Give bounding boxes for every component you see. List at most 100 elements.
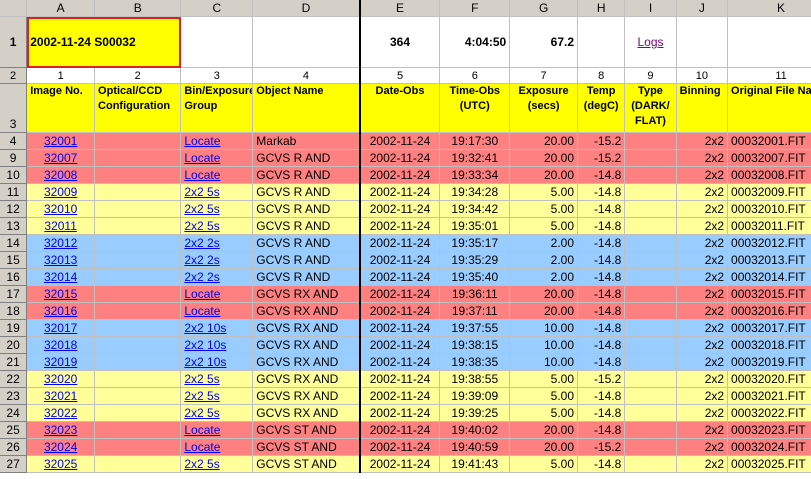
column-header-j[interactable]: J bbox=[676, 0, 729, 17]
image-number-link[interactable]: 32014 bbox=[44, 270, 77, 284]
image-number-link[interactable]: 32025 bbox=[44, 457, 77, 471]
time-obs-cell[interactable]: 19:35:40 bbox=[439, 268, 511, 286]
exposure-group-link[interactable]: Locate bbox=[184, 304, 220, 318]
date-obs-cell[interactable]: 2002-11-24 bbox=[359, 200, 441, 218]
image-number-link[interactable]: 32020 bbox=[44, 372, 77, 386]
image-number-link[interactable]: 32008 bbox=[44, 168, 77, 182]
type-cell[interactable] bbox=[624, 166, 677, 184]
optical-config-cell[interactable] bbox=[94, 183, 182, 201]
exposure-group-cell[interactable]: 2x2 10s bbox=[180, 336, 254, 354]
temp-cell[interactable]: -14.8 bbox=[577, 268, 626, 286]
file-name-cell[interactable]: 00032012.FIT bbox=[727, 234, 811, 252]
image-number-link[interactable]: 32011 bbox=[44, 219, 76, 233]
exposure-group-link[interactable]: 2x2 5s bbox=[184, 185, 219, 199]
type-cell[interactable] bbox=[624, 455, 677, 473]
image-number-cell[interactable]: 32020 bbox=[26, 370, 96, 388]
optical-config-cell[interactable] bbox=[94, 285, 182, 303]
exposure-cell[interactable]: 20.00 bbox=[509, 149, 579, 167]
time-obs-cell[interactable]: 19:36:11 bbox=[439, 285, 511, 303]
temp-cell[interactable]: -14.8 bbox=[577, 387, 626, 405]
type-cell[interactable] bbox=[624, 370, 677, 388]
value-cell[interactable]: 67.2 bbox=[509, 16, 579, 68]
image-number-link[interactable]: 32001 bbox=[44, 134, 77, 148]
time-obs-cell[interactable]: 19:34:28 bbox=[439, 183, 511, 201]
image-number-cell[interactable]: 32009 bbox=[26, 183, 96, 201]
temp-cell[interactable]: -15.2 bbox=[577, 149, 626, 167]
exposure-group-link[interactable]: 2x2 2s bbox=[184, 253, 219, 267]
time-obs-cell[interactable]: 19:39:25 bbox=[439, 404, 511, 422]
time-obs-cell[interactable]: 19:34:42 bbox=[439, 200, 511, 218]
row-header[interactable]: 11 bbox=[0, 183, 28, 201]
exposure-group-cell[interactable]: Locate bbox=[180, 132, 254, 150]
temp-cell[interactable]: -14.8 bbox=[577, 404, 626, 422]
row-header[interactable]: 2 bbox=[0, 67, 28, 84]
exposure-group-link[interactable]: 2x2 10s bbox=[184, 355, 226, 369]
exposure-group-cell[interactable]: Locate bbox=[180, 149, 254, 167]
binning-cell[interactable]: 2x2 bbox=[676, 132, 729, 150]
date-obs-cell[interactable]: 2002-11-24 bbox=[359, 251, 441, 269]
object-name-cell[interactable]: GCVS R AND bbox=[252, 268, 361, 286]
exposure-cell[interactable]: 2.00 bbox=[509, 268, 579, 286]
optical-config-cell[interactable] bbox=[94, 234, 182, 252]
object-name-cell[interactable]: GCVS ST AND bbox=[252, 421, 361, 439]
image-number-cell[interactable]: 32010 bbox=[26, 200, 96, 218]
temp-cell[interactable]: -14.8 bbox=[577, 166, 626, 184]
column-header-i[interactable]: I bbox=[624, 0, 677, 17]
column-header-h[interactable]: H bbox=[577, 0, 626, 17]
exposure-group-cell[interactable]: 2x2 5s bbox=[180, 404, 254, 422]
temp-cell[interactable]: -15.2 bbox=[577, 370, 626, 388]
file-name-cell[interactable]: 00032024.FIT bbox=[727, 438, 811, 456]
row-header[interactable]: 13 bbox=[0, 217, 28, 235]
binning-cell[interactable]: 2x2 bbox=[676, 302, 729, 320]
exposure-group-link[interactable]: Locate bbox=[184, 423, 220, 437]
exposure-group-cell[interactable]: 2x2 5s bbox=[180, 455, 254, 473]
object-name-cell[interactable]: GCVS R AND bbox=[252, 166, 361, 184]
row-header[interactable]: 4 bbox=[0, 132, 28, 150]
optical-config-cell[interactable] bbox=[94, 353, 182, 371]
exposure-cell[interactable]: 10.00 bbox=[509, 353, 579, 371]
temp-cell[interactable]: -14.8 bbox=[577, 302, 626, 320]
column-number-cell[interactable]: 11 bbox=[727, 67, 811, 84]
row-header[interactable]: 10 bbox=[0, 166, 28, 184]
binning-cell[interactable]: 2x2 bbox=[676, 421, 729, 439]
temp-cell[interactable]: -14.8 bbox=[577, 200, 626, 218]
column-header-k[interactable]: K bbox=[727, 0, 811, 17]
image-number-cell[interactable]: 32001 bbox=[26, 132, 96, 150]
exposure-group-link[interactable]: 2x2 5s bbox=[184, 372, 219, 386]
temp-cell[interactable]: -14.8 bbox=[577, 251, 626, 269]
time-obs-cell[interactable]: 19:17:30 bbox=[439, 132, 511, 150]
exposure-group-cell[interactable]: 2x2 2s bbox=[180, 251, 254, 269]
exposure-group-link[interactable]: Locate bbox=[184, 440, 220, 454]
exposure-group-link[interactable]: 2x2 5s bbox=[184, 219, 219, 233]
temp-cell[interactable]: -14.8 bbox=[577, 183, 626, 201]
image-number-cell[interactable]: 32015 bbox=[26, 285, 96, 303]
exposure-group-link[interactable]: Locate bbox=[184, 168, 220, 182]
time-obs-cell[interactable]: 19:32:41 bbox=[439, 149, 511, 167]
image-number-cell[interactable]: 32013 bbox=[26, 251, 96, 269]
type-cell[interactable] bbox=[624, 132, 677, 150]
row-header[interactable]: 12 bbox=[0, 200, 28, 218]
time-obs-cell[interactable]: 19:35:01 bbox=[439, 217, 511, 235]
temp-cell[interactable]: -14.8 bbox=[577, 353, 626, 371]
object-name-cell[interactable]: GCVS R AND bbox=[252, 234, 361, 252]
file-name-cell[interactable]: 00032018.FIT bbox=[727, 336, 811, 354]
type-cell[interactable] bbox=[624, 200, 677, 218]
header-cell[interactable]: Original File Name bbox=[727, 83, 811, 133]
temp-cell[interactable]: -14.8 bbox=[577, 234, 626, 252]
cell[interactable] bbox=[252, 16, 361, 68]
binning-cell[interactable]: 2x2 bbox=[676, 234, 729, 252]
type-cell[interactable] bbox=[624, 319, 677, 337]
column-header-g[interactable]: G bbox=[509, 0, 579, 17]
type-cell[interactable] bbox=[624, 183, 677, 201]
file-name-cell[interactable]: 00032013.FIT bbox=[727, 251, 811, 269]
optical-config-cell[interactable] bbox=[94, 149, 182, 167]
date-obs-cell[interactable]: 2002-11-24 bbox=[359, 183, 441, 201]
column-number-cell[interactable]: 1 bbox=[26, 67, 96, 84]
column-number-cell[interactable]: 5 bbox=[359, 67, 441, 84]
exposure-cell[interactable]: 10.00 bbox=[509, 319, 579, 337]
time-obs-cell[interactable]: 19:37:55 bbox=[439, 319, 511, 337]
optical-config-cell[interactable] bbox=[94, 200, 182, 218]
file-name-cell[interactable]: 00032007.FIT bbox=[727, 149, 811, 167]
row-header[interactable]: 27 bbox=[0, 455, 28, 473]
file-name-cell[interactable]: 00032008.FIT bbox=[727, 166, 811, 184]
